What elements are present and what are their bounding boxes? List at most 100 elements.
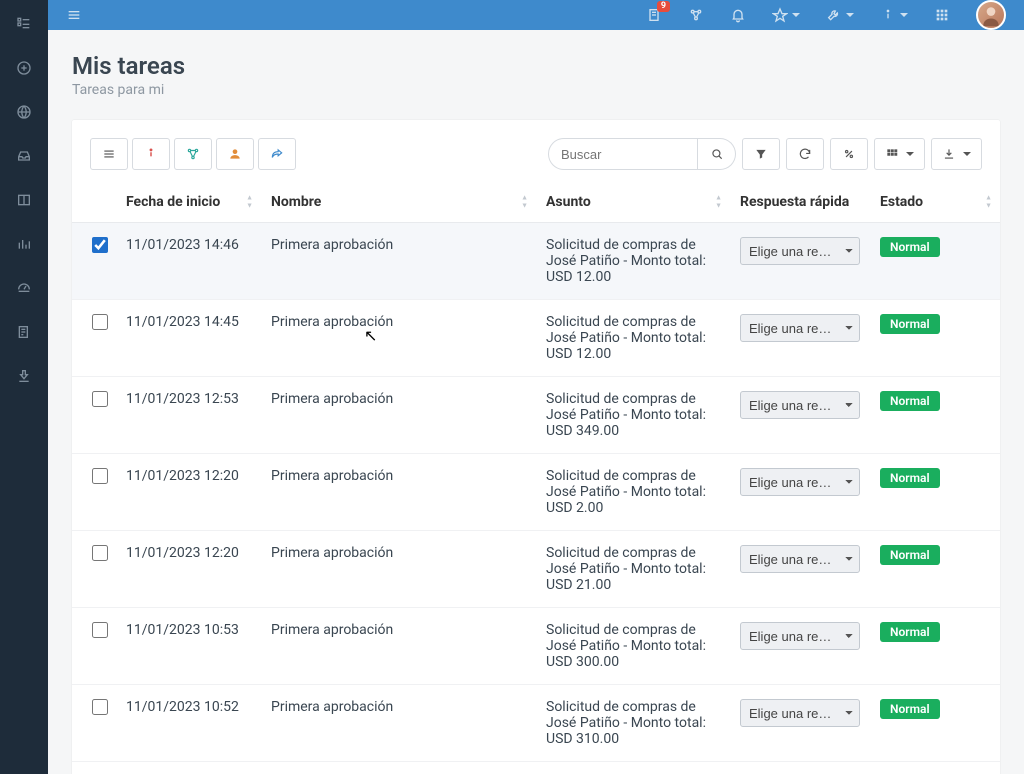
search-input[interactable] xyxy=(548,138,698,170)
sidebar xyxy=(0,0,48,774)
page-subtitle: Tareas para mi xyxy=(72,82,1000,98)
row-checkbox[interactable] xyxy=(92,699,108,715)
table-row: 11/01/2023 10:52Primera aprobaciónSolici… xyxy=(72,685,1000,762)
sidebar-item-dashboard[interactable] xyxy=(0,266,48,310)
quick-response-select[interactable]: Elige una respue xyxy=(740,237,860,265)
cell-nombre: Primera aprobación xyxy=(261,377,536,454)
col-nombre[interactable]: Nombre xyxy=(261,182,536,223)
cell-fecha: 11/01/2023 10:52 xyxy=(116,685,261,762)
cell-asunto: Solicitud de compras de José Patiño - Mo… xyxy=(536,608,730,685)
status-badge: Normal xyxy=(880,314,940,334)
sort-icon xyxy=(715,195,722,210)
cell-fecha: 11/01/2023 12:20 xyxy=(116,454,261,531)
sidebar-item-add[interactable] xyxy=(0,46,48,90)
toolbar-share-button[interactable] xyxy=(258,138,296,170)
cell-asunto: Solicitud de compras de José Patiño - Mo… xyxy=(536,223,730,300)
cell-asunto: Solicitud de compras de Raúl Piqueras - … xyxy=(536,762,730,774)
table-row: 11/01/2023 12:53Primera aprobaciónSolici… xyxy=(72,377,1000,454)
cell-nombre: Primera aprobación xyxy=(261,223,536,300)
sort-icon xyxy=(521,195,528,210)
apps-icon[interactable] xyxy=(934,7,950,23)
row-checkbox[interactable] xyxy=(92,237,108,253)
hamburger-icon[interactable] xyxy=(66,7,82,23)
cell-asunto: Solicitud de compras de José Patiño - Mo… xyxy=(536,300,730,377)
cell-asunto: Solicitud de compras de José Patiño - Mo… xyxy=(536,531,730,608)
quick-response-select[interactable]: Elige una respue xyxy=(740,622,860,650)
cell-asunto: Solicitud de compras de José Patiño - Mo… xyxy=(536,685,730,762)
app-logo[interactable] xyxy=(0,0,48,46)
table-row: 11/01/2023 10:53Primera aprobaciónSolici… xyxy=(72,608,1000,685)
notification-badge: 9 xyxy=(657,1,670,12)
bell-icon[interactable] xyxy=(730,7,746,23)
workflow-icon[interactable] xyxy=(688,7,704,23)
wrench-icon[interactable] xyxy=(826,7,854,23)
row-checkbox[interactable] xyxy=(92,314,108,330)
cell-nombre: Primera aprobación xyxy=(261,608,536,685)
col-fecha[interactable]: Fecha de inicio xyxy=(116,182,261,223)
status-badge: Normal xyxy=(880,391,940,411)
info-icon[interactable] xyxy=(880,7,908,23)
filter-button[interactable] xyxy=(742,138,780,170)
topbar: 9 xyxy=(48,0,1024,30)
sidebar-item-export[interactable] xyxy=(0,354,48,398)
cell-fecha: 11/01/2023 14:46 xyxy=(116,223,261,300)
sidebar-item-globe[interactable] xyxy=(0,90,48,134)
cell-nombre: Primera aprobación xyxy=(261,762,536,774)
cell-fecha: 11/01/2023 10:53 xyxy=(116,608,261,685)
percent-button[interactable] xyxy=(830,138,868,170)
cell-fecha: 02/01/2023 12:24 xyxy=(116,762,261,774)
grid-view-button[interactable] xyxy=(874,138,925,170)
quick-response-select[interactable]: Elige una respue xyxy=(740,545,860,573)
tasks-table: Fecha de inicio Nombre Asunto Respuesta … xyxy=(72,182,1000,774)
status-badge: Normal xyxy=(880,237,940,257)
page-title: Mis tareas xyxy=(72,52,1000,80)
quick-response-select[interactable]: Elige una respue xyxy=(740,699,860,727)
col-respuesta: Respuesta rápida xyxy=(730,182,870,223)
sidebar-item-inbox[interactable] xyxy=(0,134,48,178)
table-row: 11/01/2023 12:20Primera aprobaciónSolici… xyxy=(72,454,1000,531)
refresh-button[interactable] xyxy=(786,138,824,170)
status-badge: Normal xyxy=(880,468,940,488)
search-button[interactable] xyxy=(698,138,736,170)
table-row: 02/01/2023 12:24Primera aprobaciónSolici… xyxy=(72,762,1000,774)
star-icon[interactable] xyxy=(772,7,800,23)
row-checkbox[interactable] xyxy=(92,391,108,407)
cell-nombre: Primera aprobación xyxy=(261,454,536,531)
cell-fecha: 11/01/2023 12:20 xyxy=(116,531,261,608)
cell-nombre: Primera aprobación xyxy=(261,300,536,377)
toolbar-info-button[interactable] xyxy=(132,138,170,170)
sidebar-item-reports[interactable] xyxy=(0,310,48,354)
sidebar-item-chart[interactable] xyxy=(0,222,48,266)
notifications-icon[interactable]: 9 xyxy=(646,7,662,23)
col-estado[interactable]: Estado xyxy=(870,182,1000,223)
page-header: Mis tareas Tareas para mi xyxy=(48,30,1024,106)
toolbar-user-button[interactable] xyxy=(216,138,254,170)
cell-fecha: 11/01/2023 14:45 xyxy=(116,300,261,377)
quick-response-select[interactable]: Elige una respue xyxy=(740,314,860,342)
sort-icon xyxy=(985,195,992,210)
cell-nombre: Primera aprobación xyxy=(261,685,536,762)
cell-asunto: Solicitud de compras de José Patiño - Mo… xyxy=(536,377,730,454)
status-badge: Normal xyxy=(880,622,940,642)
sort-icon xyxy=(246,195,253,210)
row-checkbox[interactable] xyxy=(92,622,108,638)
quick-response-select[interactable]: Elige una respue xyxy=(740,391,860,419)
row-checkbox[interactable] xyxy=(92,468,108,484)
toolbar-branch-button[interactable] xyxy=(174,138,212,170)
tasks-card: Fecha de inicio Nombre Asunto Respuesta … xyxy=(72,120,1000,774)
cell-nombre: Primera aprobación xyxy=(261,531,536,608)
table-row: 11/01/2023 12:20Primera aprobaciónSolici… xyxy=(72,531,1000,608)
avatar[interactable] xyxy=(976,0,1006,30)
status-badge: Normal xyxy=(880,699,940,719)
export-button[interactable] xyxy=(931,138,982,170)
col-asunto[interactable]: Asunto xyxy=(536,182,730,223)
table-row: 11/01/2023 14:45Primera aprobaciónSolici… xyxy=(72,300,1000,377)
row-checkbox[interactable] xyxy=(92,545,108,561)
table-row: 11/01/2023 14:46Primera aprobaciónSolici… xyxy=(72,223,1000,300)
sidebar-item-columns[interactable] xyxy=(0,178,48,222)
quick-response-select[interactable]: Elige una respue xyxy=(740,468,860,496)
cell-asunto: Solicitud de compras de José Patiño - Mo… xyxy=(536,454,730,531)
cell-fecha: 11/01/2023 12:53 xyxy=(116,377,261,454)
status-badge: Normal xyxy=(880,545,940,565)
toolbar-list-button[interactable] xyxy=(90,138,128,170)
